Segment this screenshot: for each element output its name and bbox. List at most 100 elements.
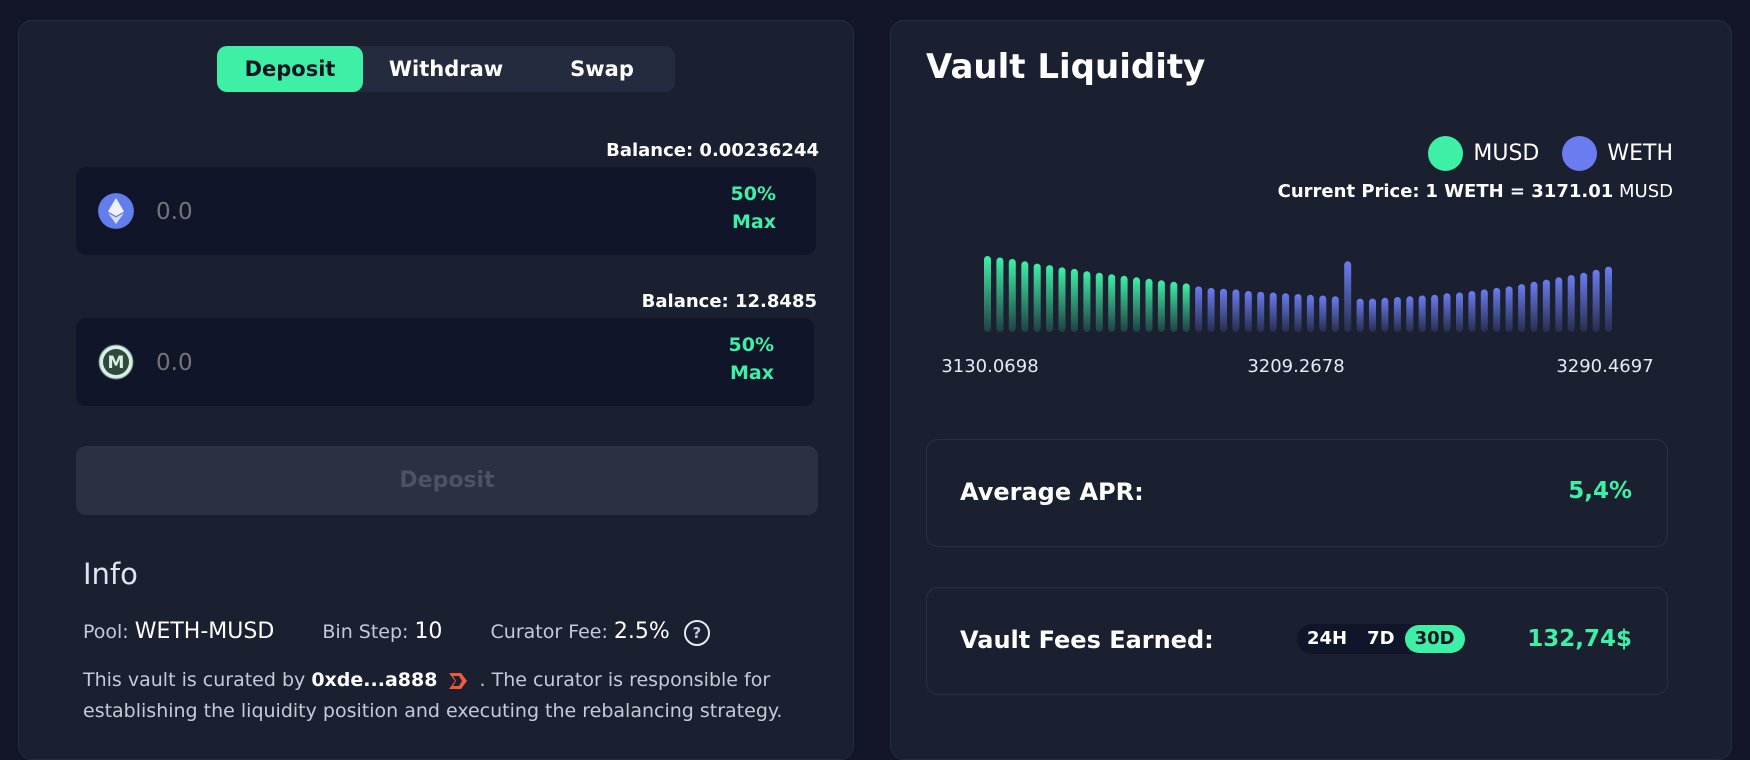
curator-logo-icon bbox=[449, 672, 468, 689]
musd-liquidity-bar bbox=[996, 257, 1004, 332]
musd-liquidity-bar bbox=[1095, 272, 1103, 332]
vault-title: Vault Liquidity bbox=[926, 47, 1206, 87]
musd-liquidity-bar bbox=[1145, 278, 1153, 332]
weth-liquidity-bar bbox=[1356, 298, 1364, 332]
bin-step-value: 10 bbox=[414, 619, 443, 644]
weth-liquidity-bar bbox=[1393, 297, 1401, 332]
musd-liquidity-bar bbox=[1083, 271, 1091, 332]
deposit-panel: Deposit Withdraw Swap Balance: 0.0023624… bbox=[18, 20, 854, 760]
musd-icon: M bbox=[98, 344, 134, 380]
musd-liquidity-bar bbox=[1182, 283, 1190, 332]
fees-period-selector: 24H 7D 30D bbox=[1297, 624, 1465, 654]
musd-liquidity-bar bbox=[984, 256, 991, 332]
period-7d[interactable]: 7D bbox=[1357, 625, 1404, 653]
musd-50pct-button[interactable]: 50% bbox=[729, 334, 774, 356]
curator-address[interactable]: 0xde...a888 bbox=[311, 669, 437, 691]
legend-musd-swatch bbox=[1428, 136, 1464, 171]
weth-liquidity-bar bbox=[1207, 287, 1215, 332]
chart-legend: MUSD WETH bbox=[1412, 136, 1673, 177]
weth-liquidity-bar bbox=[1530, 281, 1538, 332]
legend-musd-label: MUSD bbox=[1473, 141, 1540, 166]
weth-liquidity-bar bbox=[1518, 284, 1526, 332]
weth-liquidity-bar bbox=[1331, 296, 1339, 332]
curator-text-post: . The curator is responsible for bbox=[479, 669, 771, 691]
curator-text-line2: establishing the liquidity position and … bbox=[83, 700, 783, 722]
svg-text:M: M bbox=[108, 353, 125, 373]
curator-fee-value: 2.5% bbox=[613, 619, 670, 644]
fees-value: 132,74$ bbox=[1527, 626, 1632, 652]
weth-liquidity-bar bbox=[1443, 293, 1451, 332]
curator-description: This vault is curated by 0xde...a888 . T… bbox=[83, 665, 843, 727]
musd-amount-box: M 50% Max bbox=[76, 318, 814, 406]
weth-max-button[interactable]: Max bbox=[732, 211, 776, 233]
tab-swap[interactable]: Swap bbox=[529, 46, 675, 92]
weth-liquidity-bar bbox=[1480, 289, 1488, 332]
legend-weth-swatch bbox=[1562, 136, 1598, 171]
musd-balance: Balance: 12.8485 bbox=[641, 291, 817, 312]
bin-step-label: Bin Step: bbox=[322, 621, 409, 643]
weth-liquidity-bar bbox=[1220, 288, 1227, 332]
musd-liquidity-bar bbox=[1058, 267, 1066, 332]
weth-amount-box: 50% Max bbox=[76, 167, 816, 255]
current-price-value: 1 WETH = 3171.01 bbox=[1425, 181, 1614, 202]
weth-liquidity-bar bbox=[1418, 295, 1426, 332]
tab-withdraw[interactable]: Withdraw bbox=[363, 46, 529, 92]
weth-liquidity-bar bbox=[1306, 294, 1314, 332]
pool-label: Pool: bbox=[83, 621, 129, 643]
musd-liquidity-bar bbox=[1046, 265, 1054, 332]
curator-fee-label: Curator Fee: bbox=[490, 621, 608, 643]
weth-liquidity-bar bbox=[1319, 295, 1327, 332]
info-details: Pool: WETH-MUSD Bin Step: 10 Curator Fee: 2… bbox=[83, 619, 710, 646]
tab-deposit[interactable]: Deposit bbox=[217, 46, 363, 92]
apr-value: 5,4% bbox=[1568, 478, 1632, 504]
weth-liquidity-bar bbox=[1567, 275, 1575, 332]
weth-liquidity-bar bbox=[1195, 286, 1203, 332]
weth-liquidity-bar bbox=[1269, 292, 1277, 332]
average-apr-card: Average APR: 5,4% bbox=[926, 439, 1668, 547]
weth-liquidity-bar bbox=[1456, 292, 1463, 332]
apr-label: Average APR: bbox=[960, 478, 1144, 506]
weth-liquidity-bar bbox=[1344, 261, 1352, 332]
musd-liquidity-bar bbox=[1170, 281, 1178, 332]
weth-liquidity-bar bbox=[1592, 269, 1600, 332]
weth-50pct-button[interactable]: 50% bbox=[731, 183, 776, 205]
legend-weth-label: WETH bbox=[1607, 141, 1673, 166]
weth-liquidity-bar bbox=[1381, 297, 1389, 332]
help-icon[interactable]: ? bbox=[683, 619, 710, 646]
musd-liquidity-bar bbox=[1133, 277, 1140, 332]
deposit-button[interactable]: Deposit bbox=[76, 446, 818, 515]
musd-amount-input[interactable] bbox=[154, 338, 588, 388]
weth-amount-input[interactable] bbox=[154, 187, 588, 237]
musd-max-button[interactable]: Max bbox=[730, 362, 774, 384]
fees-label: Vault Fees Earned: bbox=[960, 626, 1214, 654]
musd-liquidity-bar bbox=[1033, 263, 1041, 332]
period-24h[interactable]: 24H bbox=[1297, 625, 1357, 653]
vault-fees-card: Vault Fees Earned: 24H 7D 30D 132,74$ bbox=[926, 587, 1668, 695]
liquidity-chart: 3130.0698 3209.2678 3290.4697 bbox=[941, 256, 1654, 377]
musd-liquidity-bar bbox=[1108, 274, 1116, 332]
musd-liquidity-bar bbox=[1021, 261, 1029, 332]
period-30d[interactable]: 30D bbox=[1404, 625, 1465, 653]
weth-balance: Balance: 0.00236244 bbox=[606, 140, 819, 161]
weth-liquidity-bar bbox=[1542, 279, 1550, 332]
weth-liquidity-bar bbox=[1493, 287, 1501, 332]
musd-liquidity-bar bbox=[1008, 259, 1016, 332]
x-tick-label: 3290.4697 bbox=[1556, 356, 1653, 377]
weth-liquidity-bar bbox=[1257, 291, 1265, 332]
eth-icon bbox=[98, 193, 134, 229]
weth-liquidity-bar bbox=[1294, 294, 1302, 332]
current-price-label: Current Price: bbox=[1277, 181, 1420, 202]
weth-liquidity-bar bbox=[1431, 294, 1439, 332]
weth-liquidity-bar bbox=[1406, 296, 1414, 332]
weth-liquidity-bar bbox=[1282, 293, 1290, 332]
x-tick-label: 3209.2678 bbox=[1247, 356, 1344, 377]
curator-text-pre: This vault is curated by bbox=[83, 669, 306, 691]
musd-liquidity-bar bbox=[1120, 275, 1128, 332]
weth-liquidity-bar bbox=[1580, 272, 1588, 332]
weth-liquidity-bar bbox=[1468, 291, 1476, 332]
x-tick-label: 3130.0698 bbox=[941, 356, 1038, 377]
weth-liquidity-bar bbox=[1232, 289, 1240, 332]
weth-liquidity-bar bbox=[1605, 266, 1612, 332]
musd-liquidity-bar bbox=[1070, 268, 1078, 332]
pool-value: WETH-MUSD bbox=[134, 619, 275, 644]
